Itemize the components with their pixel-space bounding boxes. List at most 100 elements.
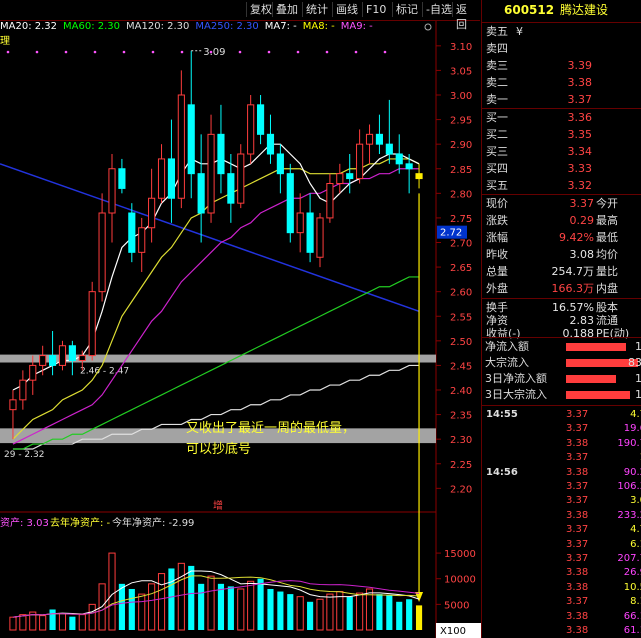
candle-body <box>257 104 265 135</box>
toolbar-button[interactable]: 叠加 <box>272 2 301 17</box>
toolbar-button[interactable]: F10 <box>362 2 389 17</box>
price-tick-label: 2.20 <box>450 484 472 495</box>
candle-body <box>19 379 27 401</box>
fund-flow-label: 净流入额 <box>485 340 529 353</box>
stat-row: 总量 254.7万 量比 <box>482 263 641 280</box>
tick-row: 3.37 6.1 <box>482 537 641 552</box>
tick-row: 3.38 10.5 <box>482 580 641 595</box>
volume-bar <box>247 580 255 631</box>
tick-row: 3.37 3.0 <box>482 493 641 508</box>
tick-price: 3.38 <box>566 581 589 593</box>
current-price-label: 2.72 <box>440 228 462 239</box>
tick-row: 3.37 19.6 <box>482 421 641 436</box>
tick-row: 3.37 207.7 <box>482 551 641 566</box>
candle-body <box>365 133 374 145</box>
volume-bar <box>69 616 76 630</box>
field: ¥ <box>516 25 523 38</box>
stock-code: 600512 <box>504 3 555 17</box>
field: 买五 <box>486 179 508 192</box>
field: 最高 <box>596 214 618 227</box>
toolbar-button[interactable]: 画线 <box>332 2 361 17</box>
stat-row: 昨收 3.08 均价 <box>482 246 641 263</box>
toolbar-button[interactable]: 标记 <box>392 2 421 17</box>
field: 卖一 <box>486 93 508 106</box>
volume-bar <box>356 592 364 631</box>
tick-price: 3.37 <box>566 596 589 608</box>
marker-dot <box>64 50 68 54</box>
tick-volume: 8.1 <box>630 596 641 608</box>
candle-body <box>306 212 314 253</box>
candle-body <box>227 173 235 204</box>
volume-header-item: 资产: 3.03 <box>0 516 49 529</box>
top-left-label: 理 <box>0 35 10 47</box>
field: 3.38 <box>567 76 593 89</box>
candle-body <box>9 399 17 411</box>
field: 9.42% <box>559 231 594 244</box>
field: 3.34 <box>567 145 593 158</box>
volume-bar <box>58 613 67 631</box>
toolbar-button[interactable]: -自选 <box>422 2 455 17</box>
tick-row: 3.38 26.9 <box>482 565 641 580</box>
candle-body <box>167 158 175 199</box>
tick-row: 14:55 3.37 4.7 <box>482 407 641 422</box>
ma-legend-item: MA7: - <box>264 21 297 32</box>
volume-bar <box>346 596 353 630</box>
candle-body <box>187 104 195 175</box>
tick-row: 3.37 4.7 <box>482 522 641 537</box>
tick-price: 3.38 <box>566 625 589 636</box>
candle-body <box>415 173 423 180</box>
volume-header-item: 去年净资产: - <box>50 516 111 529</box>
candle-body <box>266 133 275 155</box>
candle-body <box>405 163 413 170</box>
volume-bar <box>396 601 403 630</box>
price-chart[interactable]: 3.10 3.05 3.00 2.95 2.90 2.85 2.80 2.75 2.70 2.65… <box>0 0 481 638</box>
tick-price: 3.37 <box>566 423 589 435</box>
toolbar-button[interactable]: 统计 <box>302 2 331 17</box>
price-tick-label: 2.75 <box>450 214 472 225</box>
price-tick-label: 2.35 <box>450 411 472 422</box>
stock-name: 腾达建设 <box>560 3 609 17</box>
stock-header[interactable]: 600512 腾达建设 <box>482 2 641 19</box>
toolbar-button[interactable]: 复权 <box>246 2 275 17</box>
field: 3.33 <box>567 162 593 175</box>
tick-row: 14:56 3.38 90.2 <box>482 465 641 480</box>
bid-row: 买一 3.36 <box>482 109 641 126</box>
price-tick-label: 2.55 <box>450 312 472 323</box>
field: 0.29 <box>569 214 595 227</box>
zeng-marker: 增 <box>213 499 223 512</box>
tick-price: 3.38 <box>566 610 589 622</box>
ma10-line <box>12 158 420 440</box>
tick-volume: 90.2 <box>623 466 641 478</box>
volume-bar <box>326 593 334 631</box>
volume-bar <box>108 552 116 631</box>
volume-bar <box>78 614 86 631</box>
high-annotation: 3.09 <box>203 47 225 58</box>
tick-row: 3.38 66.1 <box>482 609 641 624</box>
volume-bar <box>277 591 284 630</box>
volume-bar <box>267 588 274 630</box>
stat-row: 涨幅 9.42% 最低 <box>482 229 641 246</box>
candle-body <box>128 212 136 253</box>
tick-volume: 19.6 <box>623 423 641 435</box>
field: 涨幅 <box>486 231 508 244</box>
candle-body <box>247 104 255 155</box>
tick-volume: 233.2 <box>617 509 641 521</box>
price-tick-label: 2.40 <box>450 386 472 397</box>
tick-volume: 4.7 <box>630 524 641 536</box>
candle-body <box>68 345 76 361</box>
candle-body <box>237 153 245 204</box>
tick-volume: 6.1 <box>630 538 641 550</box>
ma-legend-item: MA8: - <box>302 21 335 32</box>
divider <box>482 337 641 338</box>
field: 买四 <box>486 162 508 175</box>
field: 3.39 <box>567 59 593 72</box>
toolbar-button[interactable]: 返回 <box>452 2 480 31</box>
candle-body <box>88 291 96 357</box>
marker-dot <box>122 50 126 54</box>
fund-flow-row: 3日大宗流入 1 <box>482 387 641 403</box>
volume-bar <box>19 614 27 631</box>
tick-volume: 106.3 <box>617 481 641 492</box>
volume-tick-label: 15000 <box>444 549 476 560</box>
field: 均价 <box>596 248 618 261</box>
fund-flow-value: 1 <box>635 372 641 385</box>
